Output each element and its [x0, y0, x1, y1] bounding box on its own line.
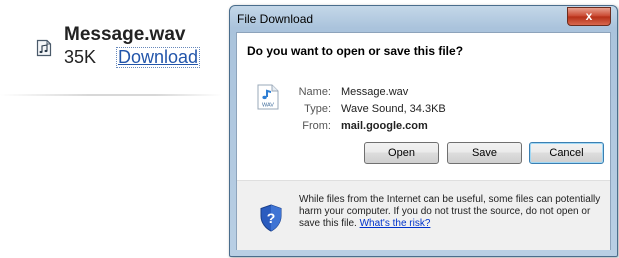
attachment-filename: Message.wav — [64, 24, 186, 45]
attachment-block: Message.wav 35K Download — [0, 0, 222, 120]
open-button[interactable]: Open — [364, 142, 439, 164]
cancel-button[interactable]: Cancel — [529, 142, 604, 164]
name-value: Message.wav — [341, 86, 409, 98]
from-value: mail.google.com — [341, 120, 428, 132]
dialog-question: Do you want to open or save this file? — [247, 44, 464, 58]
close-icon: x — [585, 9, 593, 23]
save-button[interactable]: Save — [447, 142, 522, 164]
audio-file-icon — [36, 39, 52, 57]
warning-message: While files from the Internet can be use… — [299, 194, 601, 229]
from-label: From: — [302, 120, 331, 132]
dialog-title: File Download — [237, 12, 314, 26]
type-value: Wave Sound, 34.3KB — [341, 103, 446, 115]
warning-text: While files from the Internet can be use… — [299, 194, 603, 230]
attachment-size: 35K — [64, 47, 97, 67]
name-label: Name: — [298, 86, 331, 98]
divider — [0, 94, 222, 96]
type-label: Type: — [304, 103, 331, 115]
file-download-dialog: File Download x Do you want to open or s… — [229, 5, 618, 257]
security-warning: ? While files from the Internet can be u… — [237, 180, 610, 250]
wav-audio-icon: WAV — [257, 84, 279, 110]
dialog-body: Do you want to open or save this file? W… — [236, 32, 611, 250]
shield-question-icon: ? — [260, 204, 282, 232]
wav-label: WAV — [262, 103, 274, 109]
dialog-titlebar[interactable]: File Download x — [230, 6, 617, 32]
download-link[interactable]: Download — [116, 47, 201, 68]
close-button[interactable]: x — [567, 7, 611, 26]
whats-the-risk-link[interactable]: What's the risk? — [360, 218, 431, 229]
svg-text:?: ? — [267, 210, 276, 226]
